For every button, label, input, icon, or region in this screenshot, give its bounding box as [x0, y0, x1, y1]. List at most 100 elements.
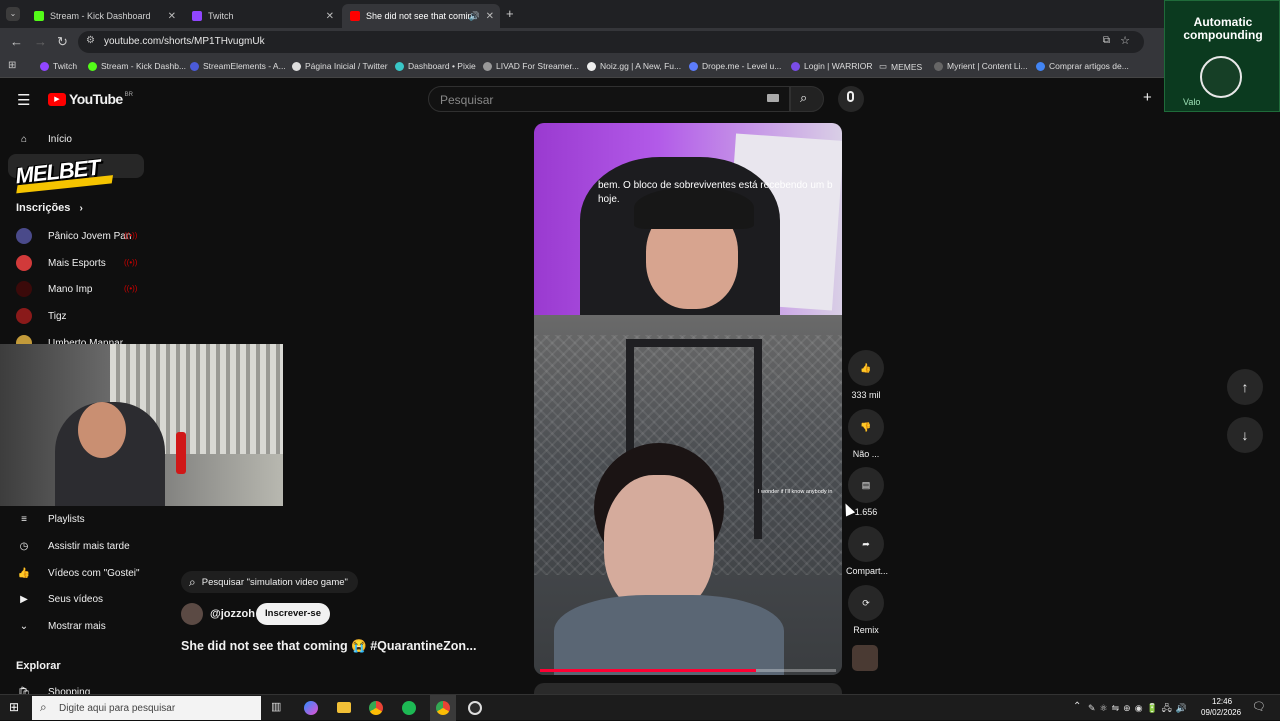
- keyboard-icon[interactable]: [767, 94, 779, 102]
- url-field[interactable]: ⚙ youtube.com/shorts/MP1THvugmUk ⧉ ☆: [78, 31, 1144, 53]
- next-short-preview: [534, 683, 842, 694]
- close-icon[interactable]: ✕: [168, 11, 176, 22]
- tray-chevron-icon[interactable]: ⌃: [1073, 701, 1081, 712]
- bookmark-item[interactable]: Noiz.gg | A New, Fu...: [587, 61, 681, 71]
- short-video-player[interactable]: bem. O bloco de sobreviventes está receb…: [534, 123, 842, 675]
- tab-twitch[interactable]: Twitch ✕: [184, 4, 340, 28]
- promo-title: Automatic compounding: [1183, 15, 1263, 42]
- chrome-icon[interactable]: [436, 701, 450, 715]
- streamelements-icon: [190, 61, 199, 71]
- next-short-button[interactable]: ↓: [1227, 417, 1263, 453]
- copilot-icon[interactable]: [304, 701, 318, 715]
- subscribe-button[interactable]: Inscrever-se: [256, 603, 330, 625]
- bookmark-item[interactable]: Comprar artigos de...: [1036, 61, 1129, 71]
- search-button[interactable]: ⌕: [790, 86, 824, 112]
- new-tab-button[interactable]: +: [506, 6, 514, 21]
- sidebar-subscription[interactable]: Pânico Jovem Pan: [16, 228, 131, 244]
- browser-tab-bar: ⌄ Stream - Kick Dashboard ✕ Twitch ✕ She…: [0, 0, 1280, 28]
- share-icon: ➦: [848, 526, 884, 562]
- forward-icon[interactable]: →: [34, 34, 47, 49]
- back-icon[interactable]: ←: [10, 34, 23, 49]
- sidebar-item-home[interactable]: ⌂ Início: [16, 131, 72, 147]
- video-subtitle: bem. O bloco de sobreviventes está receb…: [598, 180, 833, 205]
- promo-brand: Valo: [1183, 97, 1201, 107]
- dislike-label: Não ...: [852, 449, 880, 459]
- remix-label: Remix: [853, 625, 879, 635]
- sidebar-subscription[interactable]: Tigz: [16, 308, 67, 324]
- woman-face: [604, 475, 714, 615]
- spotify-icon[interactable]: [402, 701, 416, 715]
- clock-time[interactable]: 12:46: [1212, 697, 1232, 706]
- tab-kick[interactable]: Stream - Kick Dashboard ✕: [26, 4, 182, 28]
- google-icon: [1036, 61, 1045, 71]
- audio-track-thumbnail[interactable]: [852, 645, 878, 671]
- search-icon: ⌕: [189, 574, 196, 589]
- dislike-button[interactable]: 👎 Não ...: [846, 409, 886, 459]
- progress-fill: [540, 669, 757, 672]
- sidebar-subscription[interactable]: Mais Esports: [16, 255, 106, 271]
- create-icon[interactable]: +: [1143, 89, 1152, 106]
- bookmark-item[interactable]: StreamElements - A...: [190, 61, 286, 71]
- sidebar-subscription[interactable]: Mano Imp: [16, 281, 92, 297]
- streamer-webcam: [0, 344, 283, 506]
- woman-shoulders: [554, 595, 784, 675]
- youtube-logo[interactable]: ▶ YouTube BR: [48, 91, 133, 107]
- bookmark-item[interactable]: LIVAD For Streamer...: [483, 61, 579, 71]
- progress-track[interactable]: [540, 669, 836, 672]
- share-button[interactable]: ➦ Compart...: [846, 526, 888, 576]
- comment-count: 1.656: [854, 507, 878, 517]
- previous-short-button[interactable]: ↑: [1227, 369, 1263, 405]
- sidebar-item-show-more[interactable]: ⌄ Mostrar mais: [16, 618, 106, 634]
- clock-date[interactable]: 09/02/2026: [1201, 708, 1241, 717]
- voice-search-button[interactable]: [838, 86, 864, 112]
- menu-icon[interactable]: ☰: [17, 91, 30, 109]
- close-icon[interactable]: ✕: [326, 11, 334, 22]
- remix-button[interactable]: ⟳ Remix: [846, 585, 886, 635]
- search-placeholder: Pesquisar: [440, 93, 494, 107]
- channel-name[interactable]: @jozzoh: [210, 608, 255, 620]
- sidebar-item-playlists[interactable]: ≡ Playlists: [16, 511, 85, 527]
- sidebar-item-your-videos[interactable]: ▶ Seus vídeos: [16, 591, 103, 607]
- notification-icon[interactable]: 🗨: [1252, 700, 1266, 713]
- related-search-chip[interactable]: ⌕ Pesquisar "simulation video game": [181, 571, 358, 593]
- avatar: [16, 281, 32, 297]
- apps-icon[interactable]: ⊞: [8, 60, 16, 71]
- video-icon: ▶: [20, 593, 28, 605]
- subscriptions-header[interactable]: Inscrições ›: [16, 202, 83, 214]
- myrient-icon: [934, 61, 943, 71]
- bookmark-item[interactable]: Drope.me - Level u...: [689, 61, 781, 71]
- tab-youtube[interactable]: She did not see that coming 🔊 ✕: [342, 4, 500, 28]
- windows-start-icon[interactable]: ⊞: [9, 700, 19, 714]
- sidebar-item-watch-later[interactable]: ◷ Assistir mais tarde: [16, 538, 130, 554]
- audio-icon[interactable]: 🔊: [469, 11, 480, 22]
- close-icon[interactable]: ✕: [486, 11, 494, 22]
- reload-icon[interactable]: ↻: [57, 34, 68, 50]
- tab-search-icon[interactable]: ⌄: [6, 7, 20, 21]
- install-icon[interactable]: ⧉: [1103, 35, 1110, 46]
- avatar: [16, 228, 32, 244]
- thumbs-up-icon: 👍: [17, 567, 31, 579]
- twitch-icon: [192, 11, 202, 21]
- task-view-icon[interactable]: ▥: [271, 700, 281, 713]
- obs-icon[interactable]: [468, 701, 482, 715]
- like-button[interactable]: 👍 333 mil: [846, 350, 886, 400]
- arrow-down-icon: ↓: [1241, 427, 1249, 443]
- chrome-icon[interactable]: [369, 701, 383, 715]
- bookmark-item[interactable]: Página Inicial / Twitter: [292, 61, 388, 71]
- bookmark-item[interactable]: Login | WARRIOR: [791, 61, 873, 71]
- site-info-icon[interactable]: ⚙: [86, 35, 95, 46]
- bookmark-item[interactable]: Myrient | Content Li...: [934, 61, 1028, 71]
- comment-icon: ▤: [848, 467, 884, 503]
- bookmark-folder[interactable]: ▭ MEMES: [879, 61, 922, 72]
- bookmark-item[interactable]: Stream - Kick Dashb...: [88, 61, 186, 71]
- tray-icons[interactable]: ✎⚛⇋⊕◉🔋🖧🔊: [1088, 701, 1191, 717]
- channel-avatar[interactable]: [181, 603, 203, 625]
- sidebar-item-liked[interactable]: 👍 Vídeos com "Gostei": [16, 565, 140, 581]
- bookmark-item[interactable]: Twitch: [40, 61, 77, 71]
- bookmark-star-icon[interactable]: ☆: [1120, 34, 1130, 47]
- taskbar-search-input[interactable]: ⌕ Digite aqui para pesquisar: [32, 696, 261, 720]
- live-indicator-icon: ((•)): [124, 284, 138, 293]
- bookmark-item[interactable]: Dashboard • Pixie: [395, 61, 476, 71]
- file-explorer-icon[interactable]: [337, 702, 351, 713]
- search-input[interactable]: Pesquisar: [428, 86, 790, 112]
